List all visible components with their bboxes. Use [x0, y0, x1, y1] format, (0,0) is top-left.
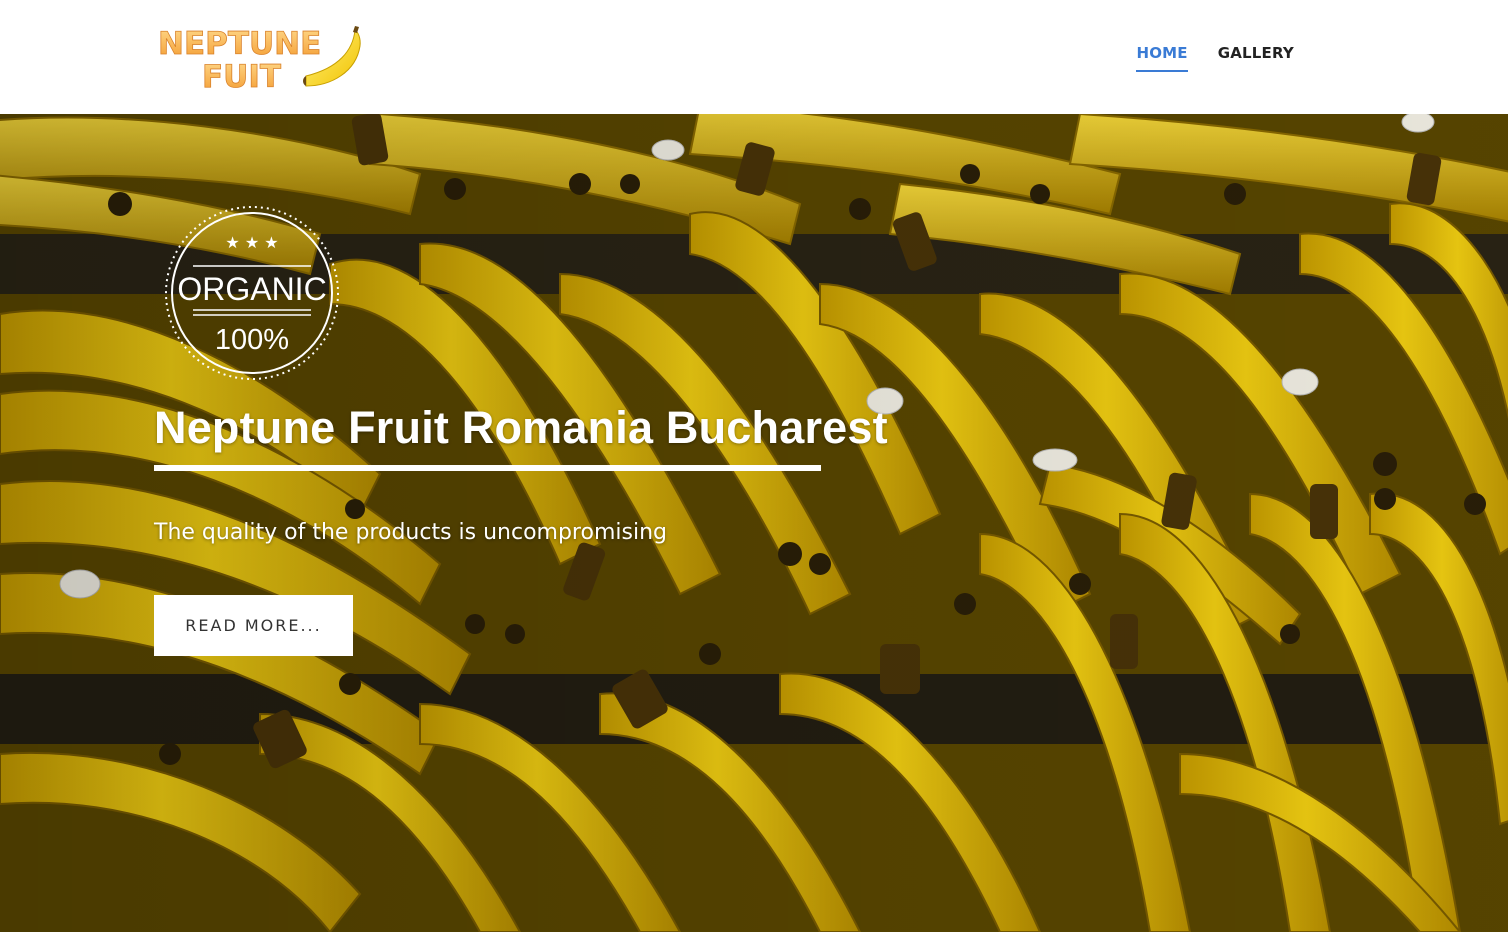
hero-title: Neptune Fruit Romania Bucharest	[154, 402, 888, 453]
site-logo[interactable]: NEPTUNE FUIT	[156, 24, 368, 96]
logo-line2: FUIT	[202, 59, 281, 95]
organic-badge-icon: ★ ★ ★ ORGANIC 100%	[163, 204, 341, 382]
badge-organic-text: ORGANIC	[177, 271, 326, 307]
read-more-button[interactable]: READ MORE...	[154, 595, 353, 656]
nav-home[interactable]: HOME	[1136, 44, 1188, 72]
logo-line1: NEPTUNE	[158, 26, 321, 62]
badge-percent-text: 100%	[215, 324, 289, 356]
title-underline	[154, 465, 821, 471]
site-header: NEPTUNE FUIT HOME GALLERY	[0, 0, 1508, 114]
star-icon: ★ ★ ★	[225, 233, 278, 252]
hero-subtitle: The quality of the products is uncomprom…	[154, 520, 667, 545]
nav-gallery[interactable]: GALLERY	[1218, 44, 1294, 72]
logo-graphic: NEPTUNE FUIT	[158, 26, 361, 95]
hero-section: ★ ★ ★ ORGANIC 100% Neptune Fruit Romania…	[0, 114, 1508, 932]
main-nav: HOME GALLERY	[1136, 44, 1294, 72]
